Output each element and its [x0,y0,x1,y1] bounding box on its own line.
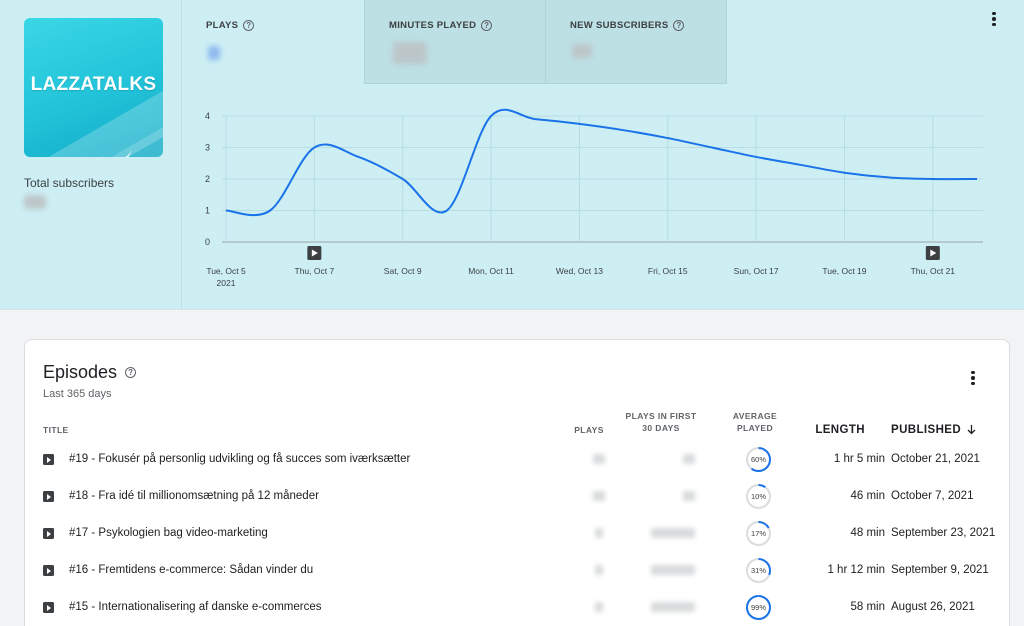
more-vert-icon[interactable] [965,369,981,387]
show-summary: LAZZATALKS Total subscribers [0,0,182,310]
column-header-plays[interactable]: PLAYS [565,424,613,436]
table-row[interactable]: #19 - Fokusér på personlig udvikling og … [25,441,1011,478]
cover-title: LAZZATALKS [30,74,157,95]
episode-title[interactable]: #18 - Fra idé til millionomsætning på 12… [69,490,319,502]
y-tick-label: 3 [205,143,210,153]
plays-line-chart: 0 1 2 3 4 Tue, Oct 5 2021 Thu, Oct 7 Sat, Oct 9 M… [205,108,983,288]
play-icon[interactable] [43,491,54,502]
column-header-average-played[interactable]: AVERAGE PLAYED [723,410,787,434]
column-header-published-label: PUBLISHED [891,424,962,436]
x-tick-label: Sat, Oct 9 [384,266,422,276]
metric-tab-new-subscribers[interactable]: NEW SUBSCRIBERS? [545,0,727,84]
column-header-plays-first-30-days[interactable]: PLAYS IN FIRST 30 DAYS [621,410,701,434]
episode-published-date: September 9, 2021 [891,564,989,576]
plays-series-line [225,108,978,217]
episode-length: 1 hr 5 min [833,453,885,465]
episode-published-date: August 26, 2021 [891,601,975,613]
more-vert-icon[interactable] [986,10,1002,28]
x-tick-label: Tue, Oct 5 [206,266,246,276]
average-played-value: 10% [750,492,766,501]
x-tick-label: Tue, Oct 19 [822,266,866,276]
episode-title[interactable]: #15 - Internationalisering af danske e-c… [69,601,322,613]
help-icon[interactable]: ? [673,20,685,31]
episode-published-date: October 21, 2021 [891,453,980,465]
plays-value-redacted [593,454,605,464]
episode-title[interactable]: #17 - Psykologien bag video-marketing [69,527,268,539]
y-tick-label: 4 [205,111,210,121]
episode-published-date: October 7, 2021 [891,490,974,502]
plays-first-30-days-value-redacted [651,565,695,575]
average-played-value: 60% [750,455,766,464]
play-icon[interactable] [43,528,54,539]
y-tick-label: 2 [205,174,210,184]
show-cover-art: LAZZATALKS [24,18,163,157]
episode-marker-play-icon[interactable] [925,246,940,260]
plays-first-30-days-value-redacted [683,491,695,501]
episode-title[interactable]: #19 - Fokusér på personlig udvikling og … [69,453,410,465]
average-played-value: 99% [750,603,766,612]
play-icon[interactable] [43,602,54,613]
metric-tab-minutes-played[interactable]: MINUTES PLAYED? [364,0,545,84]
episode-length: 58 min [850,601,885,613]
plays-value-redacted [595,565,603,575]
total-subscribers-value-redacted [24,195,46,209]
episode-title[interactable]: #16 - Fremtidens e-commerce: Sådan vinde… [69,564,313,576]
x-tick-year-label: 2021 [217,278,236,288]
play-icon[interactable] [43,454,54,465]
x-tick-label: Sun, Oct 17 [734,266,779,276]
metric-value-redacted [572,44,592,58]
episodes-card: Episodes ? Last 365 days TITLE PLAYS PLA… [24,339,1010,626]
x-tick-label: Thu, Oct 21 [911,266,956,276]
plays-first-30-days-value-redacted [651,602,695,612]
plays-first-30-days-value-redacted [683,454,695,464]
table-row[interactable]: #18 - Fra idé til millionomsætning på 12… [25,478,1011,515]
help-icon[interactable]: ? [481,20,493,31]
average-played-value: 31% [750,566,766,575]
metric-label: MINUTES PLAYED [389,20,477,31]
metric-label: PLAYS [206,20,239,31]
episode-length: 46 min [850,490,885,502]
y-tick-label: 1 [205,206,210,216]
arrow-down-icon [967,425,976,435]
stats-panel: LAZZATALKS Total subscribers PLAYS? MINU… [0,0,1024,310]
plays-value-redacted [593,491,605,501]
plays-value-redacted [595,602,603,612]
plays-first-30-days-value-redacted [651,528,695,538]
help-icon[interactable]: ? [243,20,255,31]
average-played-value: 17% [750,529,766,538]
table-row[interactable]: #15 - Internationalisering af danske e-c… [25,589,1011,626]
play-icon[interactable] [43,565,54,576]
episode-length: 1 hr 12 min [827,564,885,576]
episodes-title: Episodes [43,362,118,382]
column-header-published[interactable]: PUBLISHED [891,424,976,436]
column-header-length[interactable]: LENGTH [809,424,865,436]
metric-label: NEW SUBSCRIBERS [570,20,669,31]
table-row[interactable]: #16 - Fremtidens e-commerce: Sådan vinde… [25,552,1011,589]
episode-length: 48 min [850,527,885,539]
episode-marker-play-icon[interactable] [307,246,322,260]
help-icon[interactable]: ? [125,367,137,378]
metric-value-redacted [393,42,427,64]
plays-value-redacted [595,528,603,538]
x-tick-label: Thu, Oct 7 [295,266,335,276]
episodes-date-range: Last 365 days [43,388,112,400]
x-tick-label: Wed, Oct 13 [556,266,603,276]
column-header-title: TITLE [43,425,69,435]
x-tick-label: Fri, Oct 15 [648,266,688,276]
metric-tab-plays[interactable]: PLAYS? [182,0,364,84]
x-tick-label: Mon, Oct 11 [468,266,514,276]
episode-published-date: September 23, 2021 [891,527,996,539]
table-row[interactable]: #17 - Psykologien bag video-marketing 17%… [25,515,1011,552]
y-tick-label: 0 [205,237,210,247]
metric-value-redacted [208,46,220,60]
total-subscribers-label: Total subscribers [24,176,115,190]
